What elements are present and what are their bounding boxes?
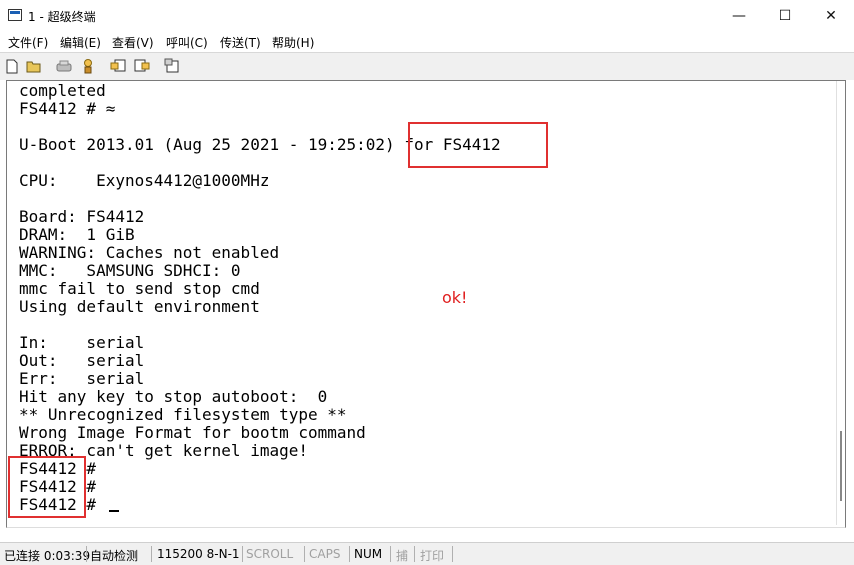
menu-edit[interactable]: 编辑(E) xyxy=(60,34,101,51)
terminal-line: DRAM: 1 GiB xyxy=(19,225,135,244)
terminal-line: WARNING: Caches not enabled xyxy=(19,243,280,262)
disconnect-icon[interactable] xyxy=(80,58,96,74)
highlight-box-board xyxy=(408,122,548,168)
menu-file[interactable]: 文件(F) xyxy=(8,34,48,51)
status-num: NUM xyxy=(354,547,383,561)
menu-view[interactable]: 查看(V) xyxy=(112,34,154,51)
menu-bar: 文件(F) 编辑(E) 查看(V) 呼叫(C) 传送(T) 帮助(H) xyxy=(0,32,854,52)
divider xyxy=(390,546,391,562)
hyperterminal-icon xyxy=(8,9,22,21)
status-capture: 捕 xyxy=(396,549,409,563)
scrollbar-thumb[interactable] xyxy=(840,431,842,501)
terminal-line: Hit any key to stop autoboot: 0 xyxy=(19,387,328,406)
menu-call[interactable]: 呼叫(C) xyxy=(166,34,208,51)
terminal-line: Wrong Image Format for bootm command xyxy=(19,423,366,442)
divider xyxy=(452,546,453,562)
terminal-line: Out: serial xyxy=(19,351,145,370)
status-bar: 已连接 0:03:39 自动检测 115200 8-N-1 SCROLL CAP… xyxy=(0,542,854,565)
status-connected: 已连接 0:03:39 xyxy=(4,549,91,563)
status-print: 打印 xyxy=(420,549,445,563)
receive-icon[interactable] xyxy=(134,58,150,74)
menu-help[interactable]: 帮助(H) xyxy=(272,34,314,51)
minimize-button[interactable]: — xyxy=(716,0,762,32)
terminal-line: ** Unrecognized filesystem type ** xyxy=(19,405,347,424)
maximize-button[interactable]: ☐ xyxy=(762,0,808,32)
terminal-line: mmc fail to send stop cmd xyxy=(19,279,260,298)
new-icon[interactable] xyxy=(4,58,20,74)
text-cursor xyxy=(109,510,119,512)
ok-annotation: ok! xyxy=(442,288,468,307)
highlight-box-prompts xyxy=(8,456,86,518)
open-icon[interactable] xyxy=(26,58,42,74)
title-bar: 1 - 超级终端 — ☐ ✕ xyxy=(0,0,854,32)
divider xyxy=(414,546,415,562)
properties-icon[interactable] xyxy=(164,58,180,74)
status-scroll: SCROLL xyxy=(246,547,294,561)
status-baud: 115200 8-N-1 xyxy=(157,547,240,561)
call-icon[interactable] xyxy=(56,58,72,74)
divider xyxy=(151,546,152,562)
toolbar xyxy=(0,52,854,80)
close-button[interactable]: ✕ xyxy=(808,0,854,32)
divider xyxy=(304,546,305,562)
terminal-line: Board: FS4412 xyxy=(19,207,145,226)
divider xyxy=(86,546,87,562)
terminal-line: CPU: Exynos4412@1000MHz xyxy=(19,171,270,190)
divider xyxy=(349,546,350,562)
terminal-line: In: serial xyxy=(19,333,145,352)
status-detect: 自动检测 xyxy=(90,549,139,563)
terminal-line: Err: serial xyxy=(19,369,145,388)
terminal-line: FS4412 # ≈ xyxy=(19,99,116,118)
vertical-scrollbar[interactable] xyxy=(836,81,845,525)
window-title: 1 - 超级终端 xyxy=(28,10,96,24)
send-icon[interactable] xyxy=(110,58,126,74)
menu-transfer[interactable]: 传送(T) xyxy=(220,34,261,51)
status-caps: CAPS xyxy=(309,547,341,561)
divider xyxy=(242,546,243,562)
terminal-line: MMC: SAMSUNG SDHCI: 0 xyxy=(19,261,241,280)
terminal-line: completed xyxy=(19,82,106,100)
terminal-line: Using default environment xyxy=(19,297,260,316)
